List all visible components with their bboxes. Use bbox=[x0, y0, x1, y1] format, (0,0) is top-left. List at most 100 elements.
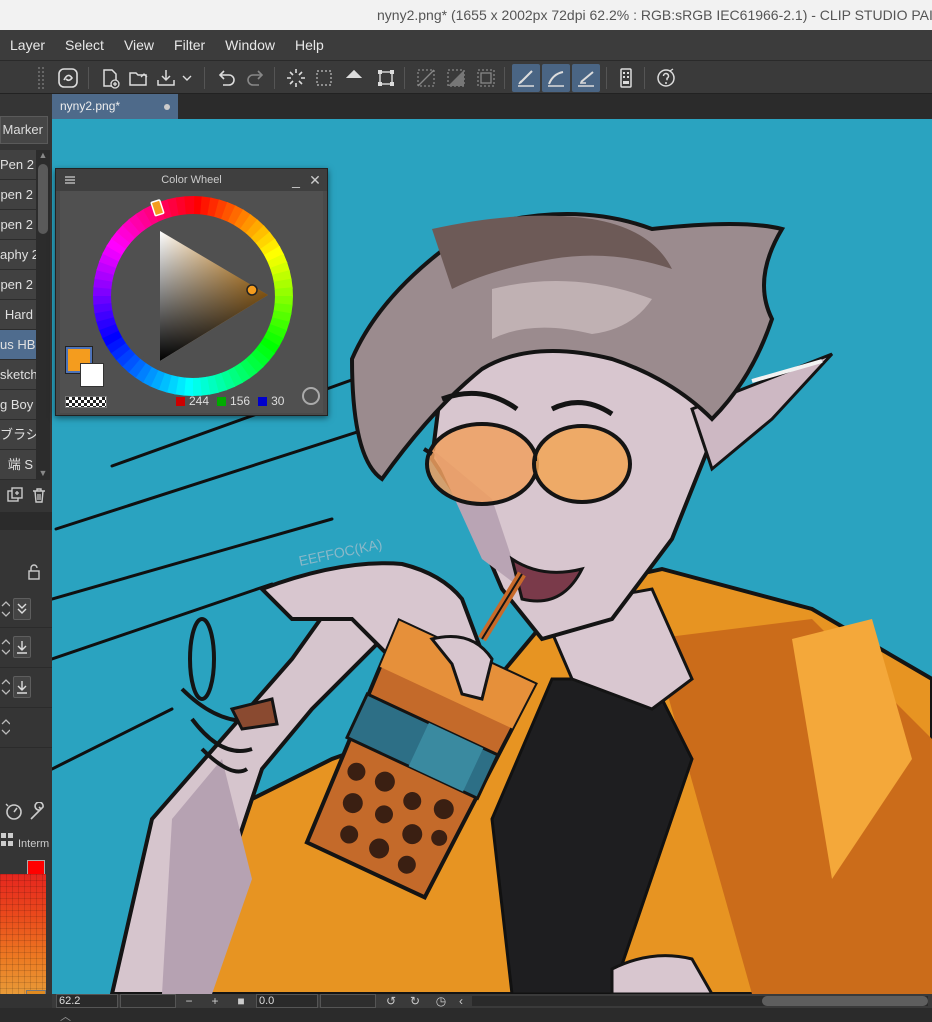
brush-pressure-icon[interactable] bbox=[542, 64, 570, 92]
save-dropdown-icon[interactable] bbox=[178, 64, 196, 92]
sub-tool-item[interactable]: 端 S bbox=[0, 450, 36, 480]
lock-icon[interactable] bbox=[26, 564, 42, 580]
sub-tool-panel: Marker Pen 2 pen 2 pen 2 aphy 2 pen 2 Ha… bbox=[0, 94, 52, 994]
document-tab[interactable]: nyny2.png* bbox=[52, 94, 178, 119]
spinner-icon[interactable] bbox=[0, 598, 10, 620]
close-icon[interactable]: ✕ bbox=[308, 171, 322, 189]
command-bar bbox=[0, 60, 932, 94]
bottom-bar: ︿ bbox=[0, 1008, 932, 1022]
undo-icon[interactable] bbox=[212, 64, 240, 92]
green-channel-icon bbox=[217, 396, 227, 406]
chevron-up-icon[interactable]: ︿ bbox=[60, 1008, 71, 1022]
sub-color-swatch[interactable] bbox=[80, 363, 104, 387]
scroll-thumb[interactable] bbox=[38, 164, 48, 234]
rotate-right-icon[interactable]: ↻ bbox=[408, 994, 422, 1008]
horizontal-scroll-thumb[interactable] bbox=[762, 996, 928, 1006]
red-value: 244 bbox=[189, 394, 210, 408]
zoom-in-icon[interactable]: + bbox=[208, 994, 222, 1008]
spinner-icon[interactable] bbox=[0, 636, 10, 658]
settings-dial-icon[interactable] bbox=[4, 802, 24, 822]
menu-window[interactable]: Window bbox=[215, 30, 285, 60]
sub-tool-item[interactable]: pen 2 bbox=[0, 180, 36, 210]
duplicate-icon[interactable] bbox=[6, 486, 24, 504]
new-file-icon[interactable] bbox=[96, 64, 124, 92]
perspective-icon[interactable] bbox=[412, 64, 440, 92]
sub-tool-item[interactable]: pen 2 bbox=[0, 270, 36, 300]
device-icon[interactable] bbox=[612, 64, 640, 92]
zoom-slider[interactable] bbox=[120, 994, 176, 1008]
menu-view[interactable]: View bbox=[114, 30, 164, 60]
sub-tool-list: Pen 2 pen 2 pen 2 aphy 2 pen 2 Hard us H… bbox=[0, 150, 36, 480]
flip-icon[interactable]: ‹ bbox=[454, 994, 468, 1008]
color-wheel-panel: Color Wheel _ ✕ 244 156 30 bbox=[55, 168, 328, 416]
zoom-out-icon[interactable]: − bbox=[182, 994, 196, 1008]
rgb-readout: 244 156 30 bbox=[176, 394, 292, 408]
redo-icon[interactable] bbox=[242, 64, 270, 92]
double-chevron-down-icon[interactable] bbox=[13, 598, 31, 620]
sub-tool-scrollbar[interactable]: ▲ ▼ bbox=[36, 150, 50, 480]
rotate-left-icon[interactable]: ↺ bbox=[384, 994, 398, 1008]
spinner-icon[interactable] bbox=[0, 716, 10, 738]
tool-property-row bbox=[0, 592, 52, 628]
pen-pressure-icon[interactable] bbox=[512, 64, 540, 92]
fit-view-icon[interactable]: ■ bbox=[234, 994, 248, 1008]
scroll-up-icon[interactable]: ▲ bbox=[38, 150, 48, 160]
zoom-input[interactable]: 62.2 bbox=[56, 994, 118, 1008]
download-icon[interactable] bbox=[13, 636, 31, 658]
blue-value: 30 bbox=[271, 394, 285, 408]
horizontal-scrollbar[interactable] bbox=[472, 996, 928, 1006]
tool-property-row bbox=[0, 628, 52, 668]
transparent-color-swatch[interactable] bbox=[65, 396, 107, 408]
color-set-grid[interactable] bbox=[0, 874, 46, 994]
sub-tool-group-label[interactable]: Marker bbox=[0, 116, 48, 144]
green-value: 156 bbox=[230, 394, 251, 408]
scroll-down-icon[interactable]: ▼ bbox=[38, 468, 48, 478]
left-panel-footer bbox=[0, 994, 52, 1008]
selection-icon[interactable] bbox=[310, 64, 338, 92]
menu-help[interactable]: Help bbox=[285, 30, 334, 60]
sub-tool-item-selected[interactable]: us HB bbox=[0, 330, 36, 360]
rotation-input[interactable]: 0.0 bbox=[256, 994, 318, 1008]
menu-layer[interactable]: Layer bbox=[0, 30, 55, 60]
tool-property-row bbox=[0, 668, 52, 708]
window-title: nyny2.png* (1655 x 2002px 72dpi 62.2% : … bbox=[0, 0, 932, 30]
reset-rotation-icon[interactable]: ◷ bbox=[434, 994, 448, 1008]
sub-tool-item[interactable]: g Boy bbox=[0, 390, 36, 420]
spinner-icon[interactable] bbox=[0, 676, 10, 698]
hue-ring[interactable] bbox=[90, 193, 296, 399]
menu-filter[interactable]: Filter bbox=[164, 30, 215, 60]
document-tab-label: nyny2.png* bbox=[60, 99, 121, 113]
minimize-icon[interactable]: _ bbox=[289, 171, 303, 189]
sub-tool-item[interactable]: Hard bbox=[0, 300, 36, 330]
sub-tool-item[interactable]: sketch bbox=[0, 360, 36, 390]
sub-tool-item[interactable]: aphy 2 bbox=[0, 240, 36, 270]
help-icon[interactable] bbox=[652, 64, 680, 92]
wrench-icon[interactable] bbox=[28, 802, 48, 822]
rotation-slider[interactable] bbox=[320, 994, 376, 1008]
scale-icon[interactable] bbox=[372, 64, 400, 92]
clip-studio-icon[interactable] bbox=[54, 64, 82, 92]
fill-icon[interactable] bbox=[340, 64, 368, 92]
color-set-icon[interactable] bbox=[0, 832, 14, 848]
sub-tool-item[interactable]: pen 2 bbox=[0, 210, 36, 240]
open-file-icon[interactable] bbox=[124, 64, 152, 92]
ruler-icon[interactable] bbox=[472, 64, 500, 92]
menu-select[interactable]: Select bbox=[55, 30, 114, 60]
download-icon[interactable] bbox=[13, 676, 31, 698]
transform-icon[interactable] bbox=[282, 64, 310, 92]
trash-icon[interactable] bbox=[30, 486, 48, 504]
sub-tool-item[interactable]: ブラシ5 bbox=[0, 420, 36, 450]
tool-property-row bbox=[0, 708, 52, 748]
toolbar-grip[interactable] bbox=[38, 67, 44, 89]
unsaved-dot-icon[interactable] bbox=[164, 104, 170, 110]
panel-divider bbox=[0, 512, 52, 530]
document-tab-bar: nyny2.png* bbox=[52, 94, 932, 119]
color-wheel-titlebar[interactable]: Color Wheel _ ✕ bbox=[56, 169, 327, 191]
wheel-mode-toggle-icon[interactable] bbox=[302, 387, 320, 405]
stabilizer-icon[interactable] bbox=[572, 64, 600, 92]
grid-icon[interactable] bbox=[442, 64, 470, 92]
save-icon[interactable] bbox=[152, 64, 180, 92]
color-set-label[interactable]: Interm bbox=[18, 838, 49, 850]
menu-bar: Layer Select View Filter Window Help bbox=[0, 30, 932, 60]
sub-tool-item[interactable]: Pen 2 bbox=[0, 150, 36, 180]
